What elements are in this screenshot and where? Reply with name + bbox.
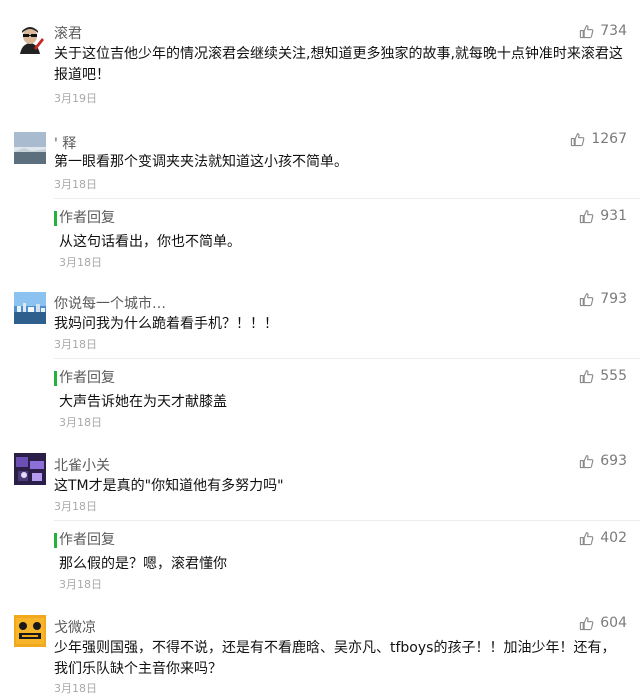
thumbs-up-icon xyxy=(580,209,594,223)
thumbs-up-icon xyxy=(580,531,594,545)
comment-text: 第一眼看那个变调夹夹法就知道这小孩不简单。 xyxy=(54,154,348,170)
like-button[interactable]: 604 xyxy=(579,615,627,631)
comment-author[interactable]: 滚君 xyxy=(54,23,82,43)
comment-date: 3月18日 xyxy=(54,500,97,513)
comment-list: 滚君 734 关于这位吉他少年的情况滚君会继续关注,想知道更多独家的故事,就每晚… xyxy=(0,0,640,695)
thumbs-up-icon xyxy=(580,292,594,306)
thumbs-up-icon xyxy=(580,454,594,468)
reply-author-label: 作者回复 xyxy=(59,370,115,386)
reply-accent-bar xyxy=(54,371,57,386)
reply-date: 3月18日 xyxy=(59,578,102,591)
avatar[interactable] xyxy=(14,453,46,485)
comment-date: 3月19日 xyxy=(54,92,97,105)
reply-accent-bar xyxy=(54,533,57,548)
author-reply: 作者回复 931 从这句话看出，你也不简单。 3月18日 xyxy=(54,198,640,271)
comment-author[interactable]: 你说每一个城市… xyxy=(54,293,166,313)
reply-text: 那么假的是？嗯，滚君懂你 xyxy=(59,556,227,572)
reply-like-button[interactable]: 931 xyxy=(579,208,627,224)
reply-like-count: 931 xyxy=(600,208,627,224)
thumbs-up-icon xyxy=(571,132,585,146)
like-button[interactable]: 1267 xyxy=(570,131,627,147)
comment-date: 3月18日 xyxy=(54,338,97,351)
thumbs-up-icon xyxy=(580,616,594,630)
reply-like-count: 555 xyxy=(600,368,627,384)
reply-like-count: 402 xyxy=(600,530,627,546)
like-count: 604 xyxy=(600,615,627,631)
reply-like-button[interactable]: 402 xyxy=(579,530,627,546)
like-button[interactable]: 693 xyxy=(579,453,627,469)
comment-text: 关于这位吉他少年的情况滚君会继续关注,想知道更多独家的故事,就每晚十点钟准时来滚… xyxy=(54,46,623,83)
like-count: 1267 xyxy=(591,131,627,147)
author-reply: 作者回复 402 那么假的是？嗯，滚君懂你 3月18日 xyxy=(54,520,640,593)
comment-text: 这TM才是真的"你知道他有多努力吗" xyxy=(54,478,284,494)
like-button[interactable]: 734 xyxy=(579,23,627,39)
like-button[interactable]: 793 xyxy=(579,291,627,307)
reply-author-label: 作者回复 xyxy=(59,532,115,548)
comment-text: 我妈问我为什么跪着看手机？！！！ xyxy=(54,316,278,332)
avatar[interactable] xyxy=(14,24,46,56)
reply-date: 3月18日 xyxy=(59,416,102,429)
avatar[interactable] xyxy=(14,615,46,647)
comment-date: 3月18日 xyxy=(54,178,97,191)
comment-author[interactable]: ' 释 xyxy=(54,133,76,153)
reply-accent-bar xyxy=(54,211,57,226)
comment-author[interactable]: 北雀小关 xyxy=(54,455,110,475)
reply-like-button[interactable]: 555 xyxy=(579,368,627,384)
like-count: 793 xyxy=(600,291,627,307)
like-count: 734 xyxy=(600,23,627,39)
reply-text: 从这句话看出，你也不简单。 xyxy=(59,234,241,250)
reply-text: 大声告诉她在为天才献膝盖 xyxy=(59,394,227,410)
thumbs-up-icon xyxy=(580,369,594,383)
comment-author[interactable]: 戈微凉 xyxy=(54,617,96,637)
reply-author-label: 作者回复 xyxy=(59,210,115,226)
avatar[interactable] xyxy=(14,132,46,164)
author-reply: 作者回复 555 大声告诉她在为天才献膝盖 3月18日 xyxy=(54,358,640,431)
like-count: 693 xyxy=(600,453,627,469)
reply-date: 3月18日 xyxy=(59,256,102,269)
avatar[interactable] xyxy=(14,292,46,324)
thumbs-up-icon xyxy=(580,24,594,38)
comment-text: 少年强则国强，不得不说，还是有不看鹿晗、吴亦凡、tfboys的孩子！！加油少年！… xyxy=(54,640,616,677)
